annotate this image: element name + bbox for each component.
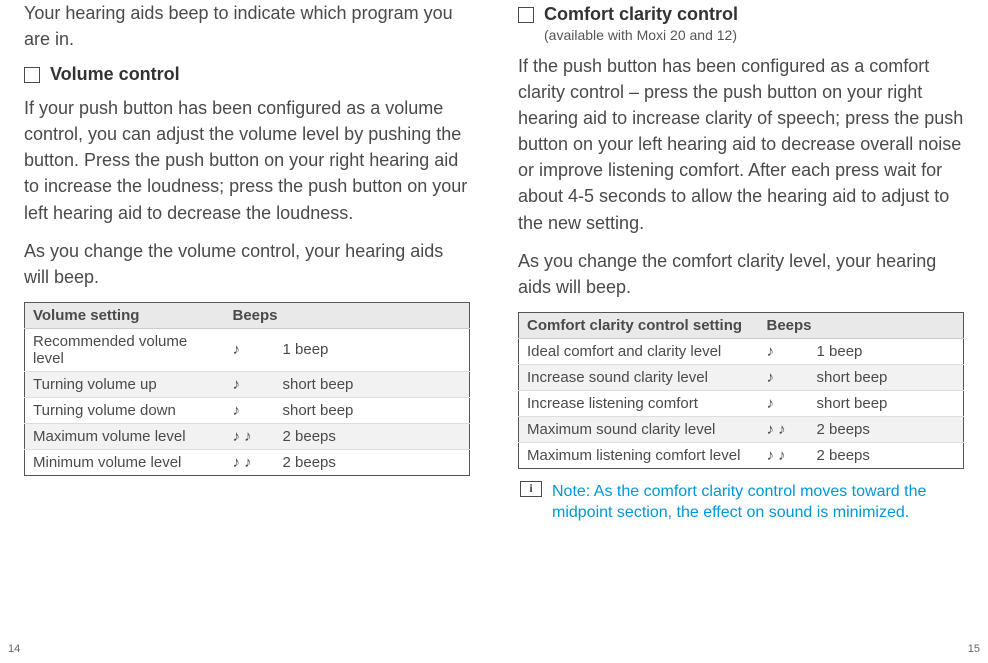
- beeps-cell: 1 beep: [275, 328, 470, 371]
- setting-cell: Turning volume up: [25, 371, 225, 397]
- beeps-cell: short beep: [275, 371, 470, 397]
- table-row: Maximum sound clarity level ♪ ♪ 2 beeps: [519, 416, 964, 442]
- table-header-row: Comfort clarity control setting Beeps: [519, 312, 964, 338]
- table-row: Increase listening comfort ♪ short beep: [519, 390, 964, 416]
- comfort-paragraph-2: As you change the comfort clarity level,…: [518, 248, 964, 300]
- note-icon: ♪ ♪: [759, 416, 809, 442]
- setting-cell: Maximum volume level: [25, 423, 225, 449]
- beeps-cell: 2 beeps: [275, 449, 470, 475]
- volume-table: Volume setting Beeps Recommended volume …: [24, 302, 470, 476]
- checkbox-icon: [24, 67, 40, 83]
- note-icon: ♪: [225, 371, 275, 397]
- comfort-paragraph-1: If the push button has been configured a…: [518, 53, 964, 236]
- setting-cell: Turning volume down: [25, 397, 225, 423]
- comfort-table: Comfort clarity control setting Beeps Id…: [518, 312, 964, 469]
- table-row: Recommended volume level ♪ 1 beep: [25, 328, 470, 371]
- comfort-subheading: (available with Moxi 20 and 12): [544, 27, 964, 43]
- setting-cell: Minimum volume level: [25, 449, 225, 475]
- col-header-setting: Comfort clarity control setting: [519, 312, 759, 338]
- setting-cell: Ideal comfort and clarity level: [519, 338, 759, 364]
- checkbox-icon: [518, 7, 534, 23]
- table-row: Increase sound clarity level ♪ short bee…: [519, 364, 964, 390]
- note-text: Note: As the comfort clarity control mov…: [552, 481, 964, 524]
- table-row: Turning volume down ♪ short beep: [25, 397, 470, 423]
- setting-cell: Maximum sound clarity level: [519, 416, 759, 442]
- beeps-cell: 2 beeps: [275, 423, 470, 449]
- beeps-cell: short beep: [809, 364, 964, 390]
- table-row: Maximum volume level ♪ ♪ 2 beeps: [25, 423, 470, 449]
- note-icon: ♪: [759, 390, 809, 416]
- note-icon: ♪ ♪: [225, 449, 275, 475]
- beeps-cell: short beep: [809, 390, 964, 416]
- comfort-heading: Comfort clarity control: [544, 4, 738, 25]
- note-icon: ♪: [225, 328, 275, 371]
- note-icon: ♪: [225, 397, 275, 423]
- note-icon: ♪ ♪: [225, 423, 275, 449]
- volume-control-heading-row: Volume control: [24, 64, 470, 85]
- left-page: Your hearing aids beep to indicate which…: [0, 0, 494, 663]
- table-row: Turning volume up ♪ short beep: [25, 371, 470, 397]
- beeps-cell: short beep: [275, 397, 470, 423]
- table-row: Ideal comfort and clarity level ♪ 1 beep: [519, 338, 964, 364]
- setting-cell: Recommended volume level: [25, 328, 225, 371]
- note-icon: ♪: [759, 364, 809, 390]
- volume-control-heading: Volume control: [50, 64, 180, 85]
- note-icon: ♪ ♪: [759, 442, 809, 468]
- volume-paragraph-2: As you change the volume control, your h…: [24, 238, 470, 290]
- beeps-cell: 2 beeps: [809, 442, 964, 468]
- page-number-left: 14: [8, 643, 20, 655]
- table-row: Maximum listening comfort level ♪ ♪ 2 be…: [519, 442, 964, 468]
- volume-paragraph-1: If your push button has been configured …: [24, 95, 470, 225]
- col-header-setting: Volume setting: [25, 302, 225, 328]
- setting-cell: Increase listening comfort: [519, 390, 759, 416]
- beeps-cell: 1 beep: [809, 338, 964, 364]
- table-header-row: Volume setting Beeps: [25, 302, 470, 328]
- intro-paragraph: Your hearing aids beep to indicate which…: [24, 0, 470, 52]
- note-row: i Note: As the comfort clarity control m…: [518, 481, 964, 524]
- col-header-beeps: Beeps: [225, 302, 470, 328]
- page-number-right: 15: [968, 643, 980, 655]
- col-header-beeps: Beeps: [759, 312, 964, 338]
- right-page: Comfort clarity control (available with …: [494, 0, 988, 663]
- note-icon: ♪: [759, 338, 809, 364]
- beeps-cell: 2 beeps: [809, 416, 964, 442]
- comfort-heading-row: Comfort clarity control: [518, 4, 964, 25]
- setting-cell: Maximum listening comfort level: [519, 442, 759, 468]
- table-row: Minimum volume level ♪ ♪ 2 beeps: [25, 449, 470, 475]
- setting-cell: Increase sound clarity level: [519, 364, 759, 390]
- info-icon: i: [520, 481, 542, 497]
